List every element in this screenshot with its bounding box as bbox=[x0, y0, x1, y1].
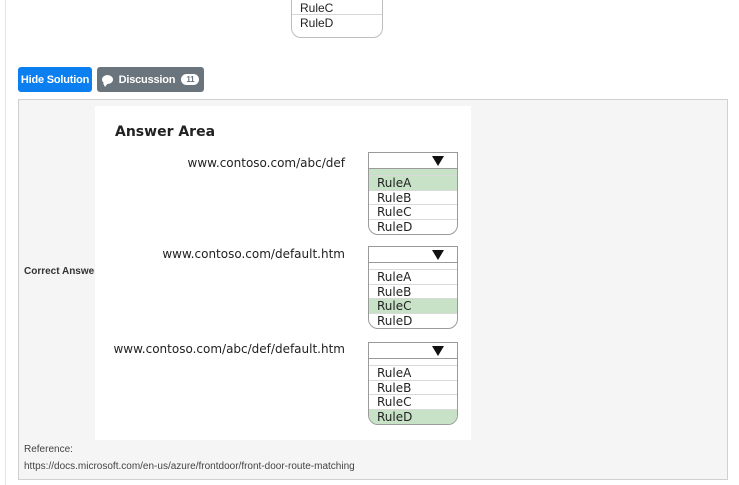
discussion-count-badge: 11 bbox=[181, 74, 200, 85]
rule-dropdown-3[interactable]: RuleA RuleB RuleC RuleD bbox=[368, 342, 458, 425]
dropdown-option[interactable]: RuleA bbox=[369, 176, 457, 191]
reference-label: Reference: bbox=[24, 444, 73, 455]
reference-link[interactable]: https://docs.microsoft.com/en-us/azure/f… bbox=[24, 461, 355, 472]
url-label: www.contoso.com/abc/def/default.htm bbox=[113, 342, 345, 356]
dropdown-option[interactable]: RuleC bbox=[369, 205, 457, 220]
discussion-button[interactable]: Discussion 11 bbox=[97, 67, 204, 92]
dropdown-option[interactable]: RuleB bbox=[369, 381, 457, 395]
dropdown-option[interactable]: RuleA bbox=[369, 270, 457, 285]
dropdown-option[interactable]: RuleA bbox=[369, 366, 457, 381]
dropdown-option[interactable]: RuleC bbox=[369, 395, 457, 410]
dropdown-option[interactable]: RuleB bbox=[369, 191, 457, 205]
discussion-label: Discussion bbox=[118, 73, 176, 86]
url-label: www.contoso.com/abc/def bbox=[187, 156, 345, 170]
dropdown-spacer bbox=[369, 169, 457, 176]
previous-dropdown: RuleC RuleD bbox=[291, 0, 383, 38]
rule-dropdown-1[interactable]: RuleA RuleB RuleC RuleD bbox=[368, 152, 458, 235]
hide-solution-label: Hide Solution bbox=[20, 73, 90, 86]
caret-down-icon bbox=[432, 250, 444, 260]
hide-solution-button[interactable]: Hide Solution bbox=[18, 67, 92, 92]
dropdown-option: RuleD bbox=[300, 16, 334, 30]
caret-down-icon bbox=[432, 346, 444, 356]
dropdown-header[interactable] bbox=[369, 343, 457, 359]
correct-answer-label: Correct Answer: bbox=[24, 266, 102, 277]
left-divider bbox=[5, 0, 6, 485]
dropdown-spacer bbox=[369, 359, 457, 366]
dropdown-spacer bbox=[369, 263, 457, 270]
rule-dropdown-2[interactable]: RuleA RuleB RuleC RuleD bbox=[368, 246, 458, 329]
dropdown-option[interactable]: RuleD bbox=[369, 220, 457, 235]
url-label: www.contoso.com/default.htm bbox=[162, 247, 345, 261]
answer-area-image: Answer Area www.contoso.com/abc/def Rule… bbox=[95, 106, 471, 440]
dropdown-option[interactable]: RuleB bbox=[369, 285, 457, 299]
dropdown-header[interactable] bbox=[369, 247, 457, 263]
dropdown-option: RuleC bbox=[292, 1, 382, 15]
chat-bubble-icon bbox=[101, 75, 113, 87]
dropdown-option[interactable]: RuleD bbox=[369, 409, 457, 424]
dropdown-option[interactable]: RuleC bbox=[369, 299, 457, 314]
solution-panel: Correct Answer: Answer Area www.contoso.… bbox=[18, 99, 728, 480]
caret-down-icon bbox=[432, 156, 444, 166]
dropdown-header[interactable] bbox=[369, 153, 457, 169]
dropdown-option[interactable]: RuleD bbox=[369, 314, 457, 329]
answer-area-title: Answer Area bbox=[115, 124, 216, 140]
